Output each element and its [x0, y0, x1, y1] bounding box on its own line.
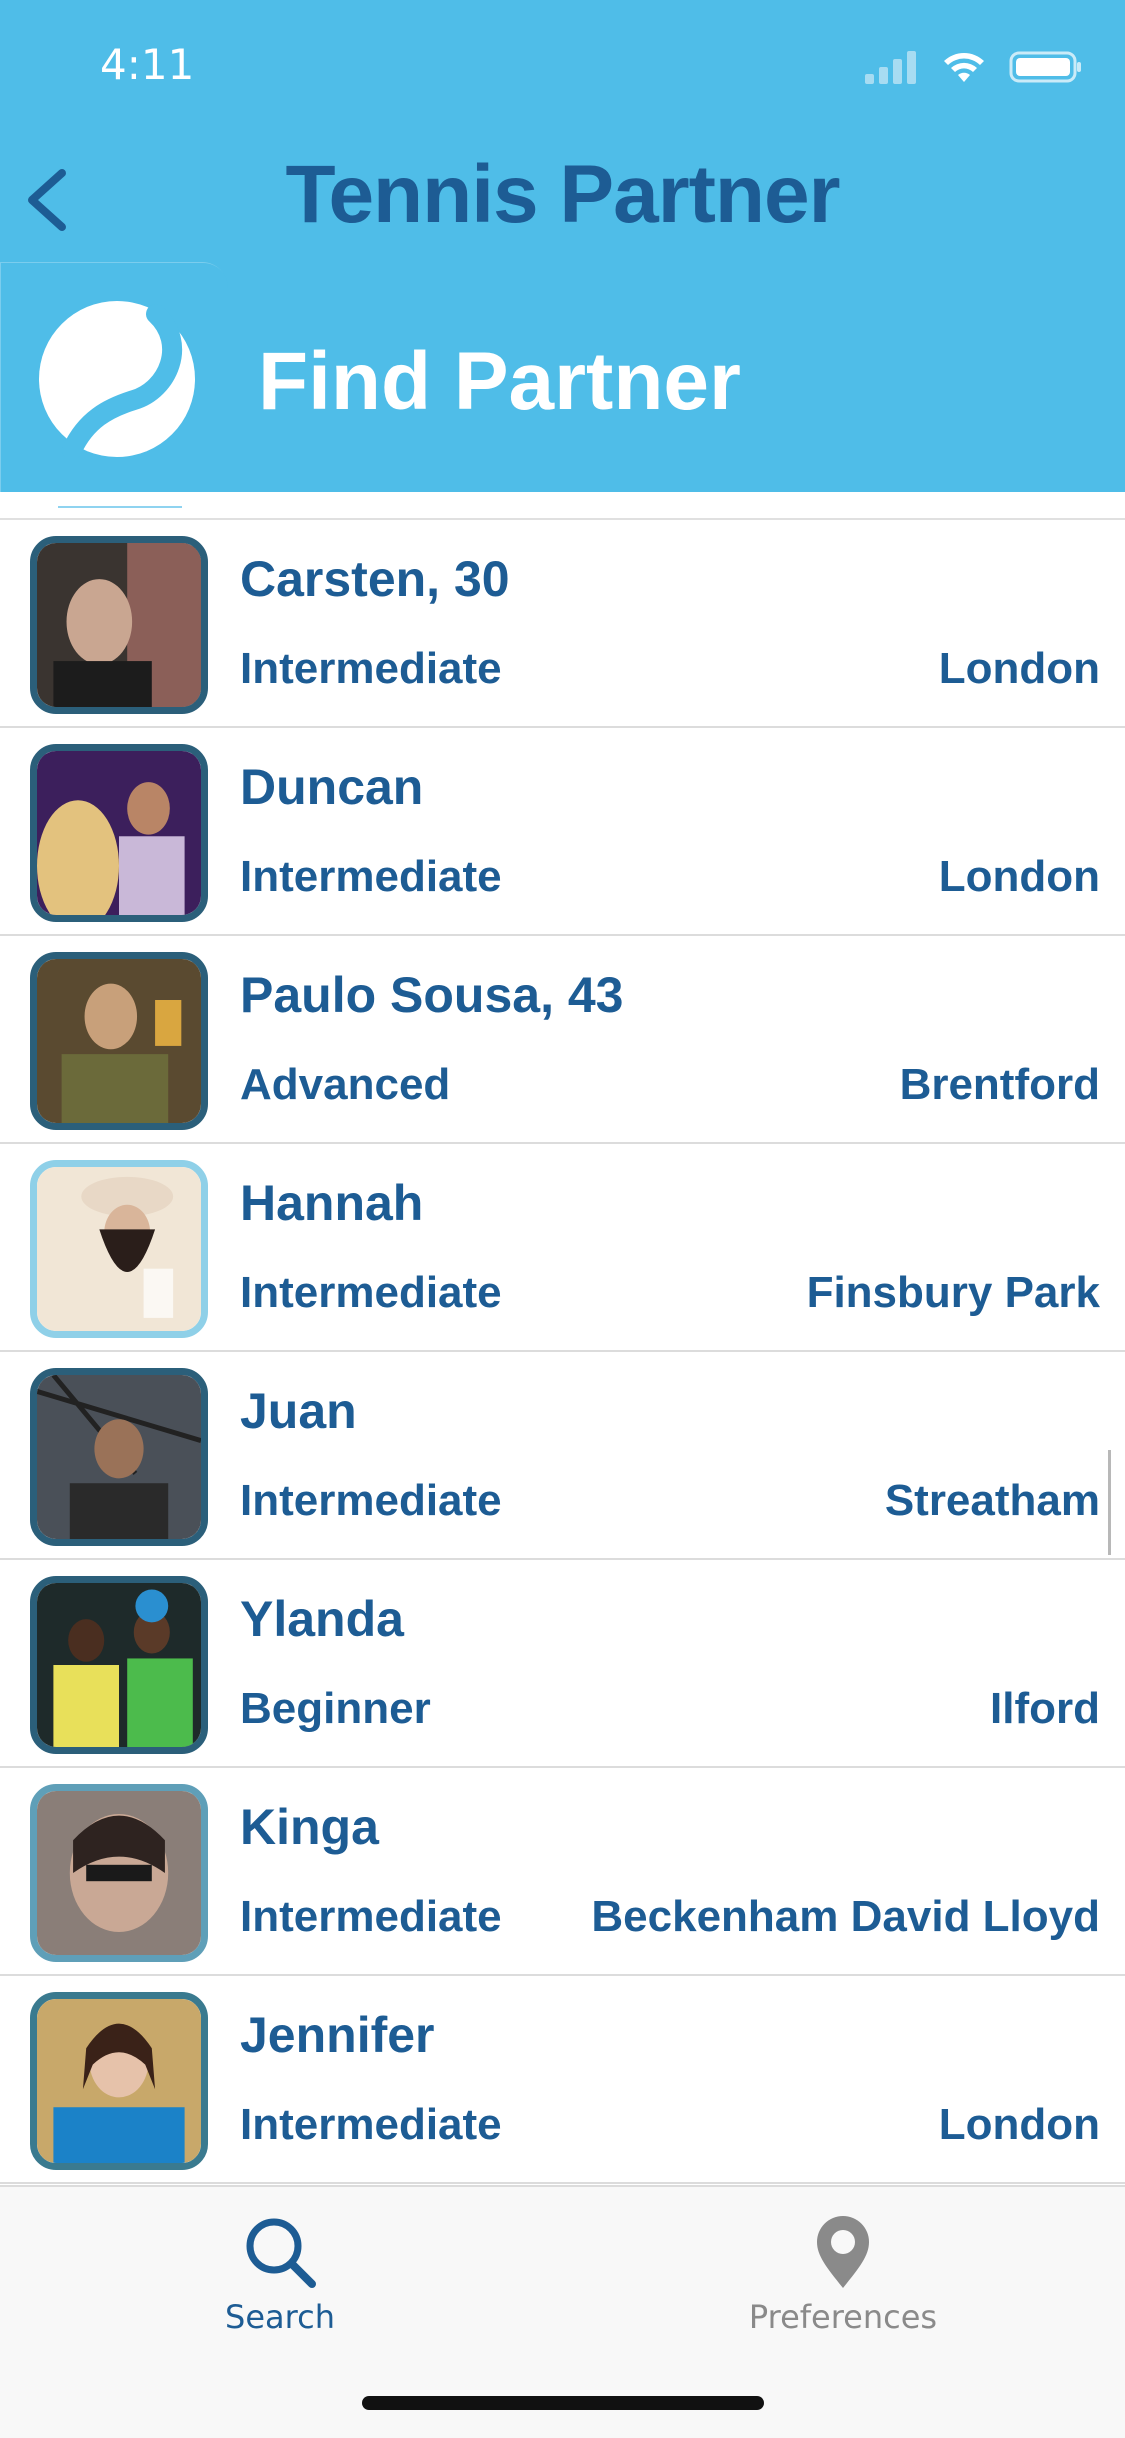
player-row[interactable]: Jennifer Intermediate London — [0, 1976, 1125, 2184]
player-name: Juan — [240, 1383, 357, 1439]
avatar — [30, 1992, 208, 2170]
player-row[interactable]: Carsten, 30 Intermediate London — [0, 520, 1125, 728]
tennis-ball-logo-icon — [39, 301, 195, 458]
battery-icon — [1009, 51, 1081, 83]
avatar — [30, 744, 208, 922]
avatar — [30, 536, 208, 714]
header: 4:11 Tennis Partner Find Partner — [0, 0, 1125, 492]
avatar — [30, 1784, 208, 1962]
player-location: Beckenham David Lloyd — [591, 1892, 1100, 1941]
player-location: London — [938, 852, 1100, 901]
map-pin-icon — [817, 2216, 869, 2288]
player-row[interactable]: Duncan Intermediate London — [0, 728, 1125, 936]
player-name: Hannah — [240, 1175, 424, 1231]
player-row[interactable]: Ylanda Beginner Ilford — [0, 1560, 1125, 1768]
player-name: Jennifer — [240, 2007, 435, 2063]
player-level: Intermediate — [240, 1268, 502, 1317]
player-row[interactable]: Juan Intermediate Streatham — [0, 1352, 1125, 1560]
player-location: London — [938, 644, 1100, 693]
player-level: Intermediate — [240, 2100, 502, 2149]
player-row[interactable]: Hannah Intermediate Finsbury Park — [0, 1144, 1125, 1352]
player-level: Intermediate — [240, 852, 502, 901]
player-name: Paulo Sousa, 43 — [240, 967, 624, 1023]
player-location: Brentford — [899, 1060, 1100, 1109]
tab-search[interactable]: Search — [130, 2212, 430, 2336]
player-level: Advanced — [240, 1060, 451, 1109]
player-row[interactable]: Paulo Sousa, 43 Advanced Brentford — [0, 936, 1125, 1144]
player-level: Intermediate — [240, 1476, 502, 1525]
player-list: Carsten, 30 Intermediate London Duncan I… — [0, 492, 1125, 2184]
player-name: Kinga — [240, 1799, 379, 1855]
tab-preferences-label: Preferences — [748, 2298, 938, 2336]
list-top-divider — [0, 492, 1125, 520]
player-level: Intermediate — [240, 1892, 502, 1941]
home-indicator — [362, 2396, 764, 2410]
avatar — [30, 1576, 208, 1754]
player-name: Ylanda — [240, 1591, 404, 1647]
status-icons — [863, 50, 1083, 84]
player-row[interactable]: Kinga Intermediate Beckenham David Lloyd — [0, 1768, 1125, 1976]
player-location: London — [938, 2100, 1100, 2149]
avatar — [30, 1160, 208, 1338]
player-level: Intermediate — [240, 644, 502, 693]
player-name: Carsten, 30 — [240, 551, 510, 607]
scroll-indicator[interactable] — [1108, 1450, 1111, 1555]
player-location: Streatham — [884, 1476, 1100, 1525]
avatar — [30, 1368, 208, 1546]
nav-title: Tennis Partner — [285, 149, 840, 240]
player-location: Ilford — [990, 1684, 1100, 1733]
find-partner-title: Find Partner — [258, 336, 741, 427]
cellular-signal-icon — [865, 51, 916, 84]
tab-preferences[interactable]: Preferences — [693, 2212, 993, 2336]
status-time: 4:11 — [100, 40, 195, 89]
wifi-icon — [944, 53, 984, 82]
avatar — [30, 952, 208, 1130]
player-name: Duncan — [240, 759, 424, 815]
player-location: Finsbury Park — [806, 1268, 1100, 1317]
tab-search-label: Search — [225, 2298, 335, 2336]
player-level: Beginner — [240, 1684, 431, 1733]
search-icon — [246, 2218, 316, 2288]
